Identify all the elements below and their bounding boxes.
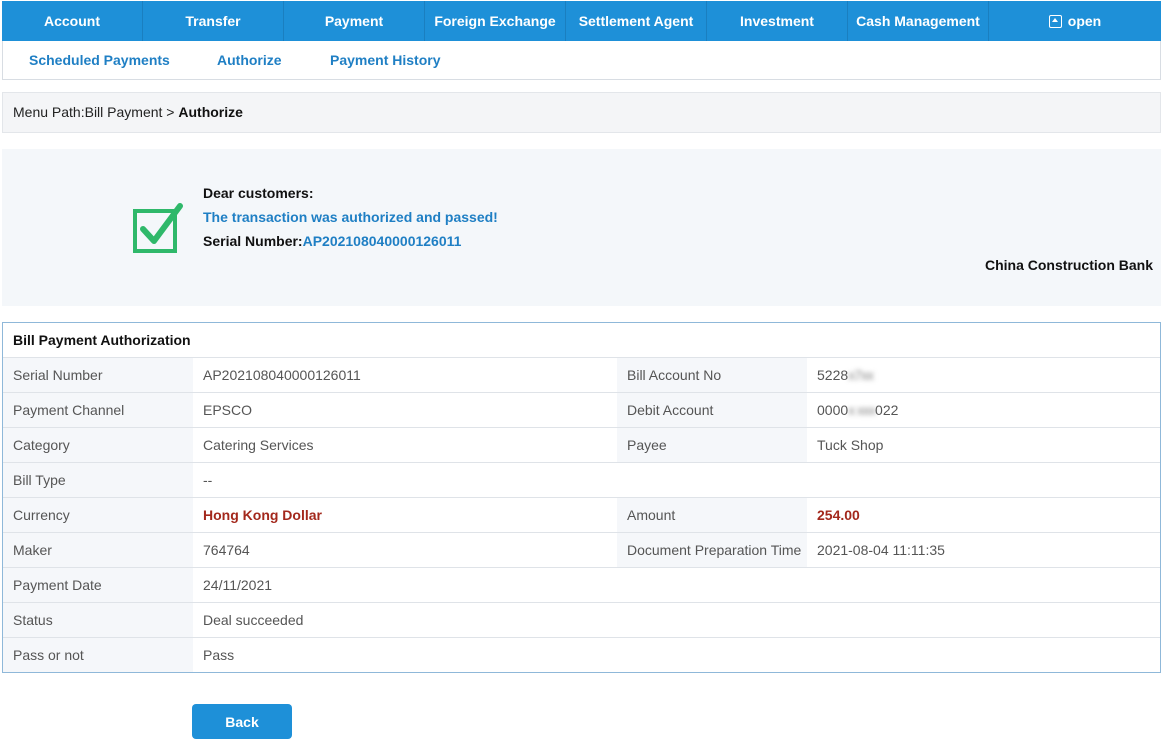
bill-account-prefix: 5228: [817, 367, 849, 383]
debit-account-suffix: 022: [875, 402, 899, 418]
nav-investment[interactable]: Investment: [707, 1, 848, 41]
debit-account-prefix: 0000: [817, 402, 849, 418]
row-label: Payment Date: [3, 568, 193, 602]
table-row: Payment Channel EPSCO Debit Account 0000…: [3, 393, 1160, 428]
success-check-icon: [133, 203, 183, 253]
nav-foreign-exchange[interactable]: Foreign Exchange: [425, 1, 566, 41]
subnav-scheduled-payments[interactable]: Scheduled Payments: [29, 41, 170, 79]
row-label: Debit Account: [617, 393, 807, 427]
masked-digits: x7xx: [848, 367, 874, 383]
result-panel: Dear customers: The transaction was auth…: [2, 149, 1161, 306]
row-label: Status: [3, 603, 193, 637]
table-row: Payment Date 24/11/2021: [3, 568, 1160, 603]
row-label: Bill Account No: [617, 358, 807, 392]
success-message: The transaction was authorized and passe…: [203, 209, 498, 225]
amount-value: 254.00: [807, 498, 1160, 532]
table-row: Category Catering Services Payee Tuck Sh…: [3, 428, 1160, 463]
row-value: EPSCO: [193, 393, 617, 427]
back-button[interactable]: Back: [192, 704, 292, 739]
nav-open-label: open: [1067, 13, 1102, 29]
serial-label: Serial Number:: [203, 233, 303, 249]
row-label: Pass or not: [3, 638, 193, 672]
row-value: 764764: [193, 533, 617, 567]
row-value: 2021-08-04 11:11:35: [807, 533, 1160, 567]
table-row: Pass or not Pass: [3, 638, 1160, 672]
subnav-payment-history[interactable]: Payment History: [330, 41, 440, 79]
row-value: AP202108040000126011: [193, 358, 617, 392]
row-label: Bill Type: [3, 463, 193, 497]
greeting-text: Dear customers:: [203, 185, 314, 201]
row-value: 24/11/2021: [193, 568, 617, 602]
sub-nav: Scheduled Payments Authorize Payment His…: [2, 41, 1161, 80]
row-value: Tuck Shop: [807, 428, 1160, 462]
row-label: Serial Number: [3, 358, 193, 392]
breadcrumb-current: Authorize: [178, 104, 243, 120]
masked-digits: x xxx: [848, 402, 876, 418]
nav-open-toggle[interactable]: open: [989, 1, 1161, 41]
nav-cash-management[interactable]: Cash Management: [848, 1, 989, 41]
bank-name: China Construction Bank: [984, 257, 1153, 273]
nav-account[interactable]: Account: [2, 1, 143, 41]
row-label: Currency: [3, 498, 193, 532]
details-title: Bill Payment Authorization: [3, 323, 1160, 358]
nav-settlement-agent[interactable]: Settlement Agent: [566, 1, 707, 41]
expand-up-icon: [1048, 14, 1062, 28]
breadcrumb-path: Menu Path:Bill Payment >: [13, 104, 179, 120]
serial-value: AP202108040000126011: [302, 233, 462, 249]
top-nav: Account Transfer Payment Foreign Exchang…: [2, 1, 1161, 41]
nav-transfer[interactable]: Transfer: [143, 1, 284, 41]
table-row: Maker 764764 Document Preparation Time 2…: [3, 533, 1160, 568]
nav-payment[interactable]: Payment: [284, 1, 425, 41]
row-label: Category: [3, 428, 193, 462]
currency-value: Hong Kong Dollar: [193, 498, 617, 532]
serial-number-line: Serial Number:AP202108040000126011: [203, 233, 461, 249]
row-label: Amount: [617, 498, 807, 532]
row-label: Payee: [617, 428, 807, 462]
row-label: Maker: [3, 533, 193, 567]
breadcrumb: Menu Path:Bill Payment > Authorize: [2, 92, 1161, 133]
row-label: Document Preparation Time: [617, 533, 807, 567]
row-value: Deal succeeded: [193, 603, 617, 637]
row-value: 0000 x xxx 022: [807, 393, 1160, 427]
row-value: --: [193, 463, 617, 497]
row-value: 5228 x7xx: [807, 358, 1160, 392]
table-row: Currency Hong Kong Dollar Amount 254.00: [3, 498, 1160, 533]
row-value: Catering Services: [193, 428, 617, 462]
table-row: Bill Type --: [3, 463, 1160, 498]
table-row: Serial Number AP202108040000126011 Bill …: [3, 358, 1160, 393]
table-row: Status Deal succeeded: [3, 603, 1160, 638]
row-value: Pass: [193, 638, 617, 672]
subnav-authorize[interactable]: Authorize: [217, 41, 282, 79]
bill-payment-details: Bill Payment Authorization Serial Number…: [2, 322, 1161, 673]
row-label: Payment Channel: [3, 393, 193, 427]
